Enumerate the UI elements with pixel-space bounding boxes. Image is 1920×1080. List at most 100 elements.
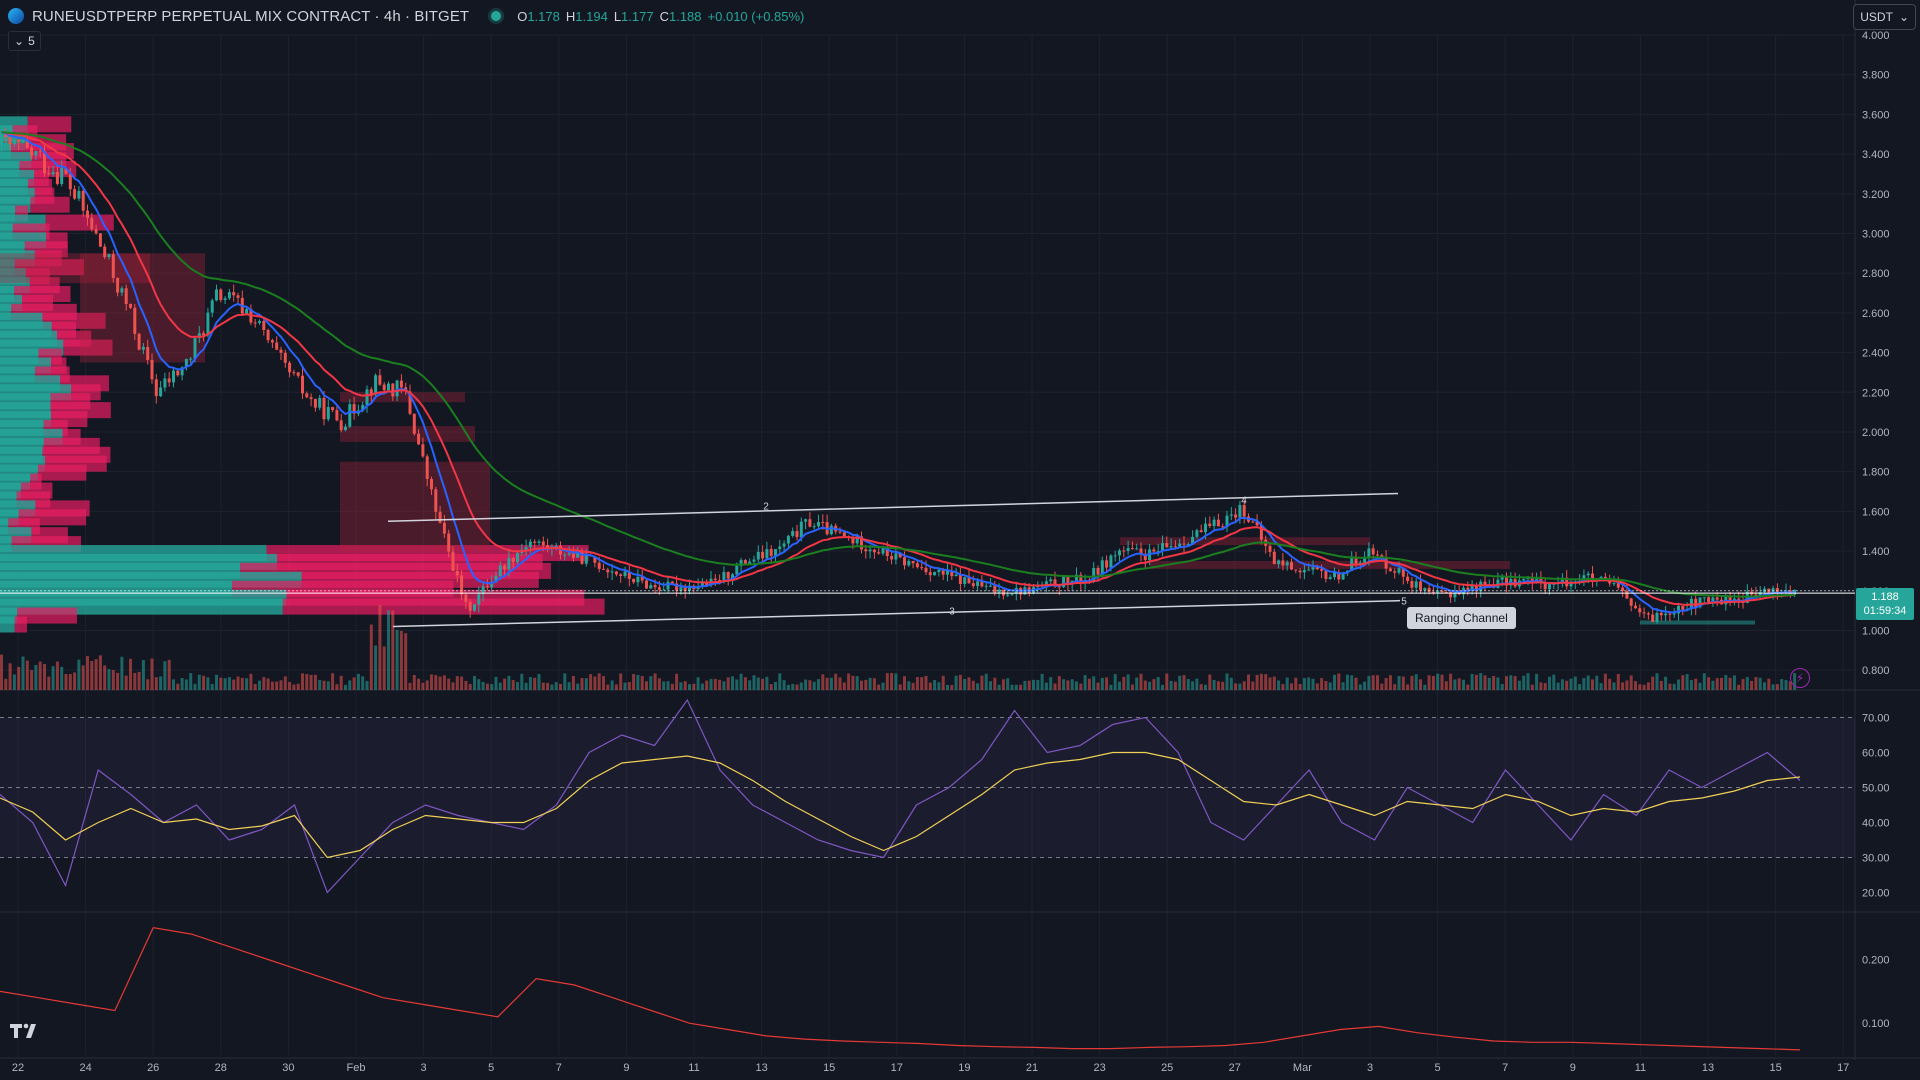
volume-bar	[1350, 675, 1354, 690]
candle-body	[511, 557, 515, 563]
price-tick-label: 2.000	[1862, 427, 1890, 439]
candle-body	[1646, 613, 1650, 615]
candle-body	[1251, 521, 1255, 523]
symbol-title[interactable]: RUNEUSDTPERP PERPETUAL MIX CONTRACT · 4h…	[32, 8, 469, 25]
ema-line	[1, 131, 1795, 614]
volume-bar	[1522, 675, 1526, 690]
candle-body	[348, 404, 352, 427]
volume-bar	[1290, 683, 1293, 690]
price-tick-label: 2.800	[1862, 268, 1890, 280]
time-tick-label: 15	[823, 1062, 835, 1074]
volume-bar	[1371, 675, 1375, 690]
volume-bar	[1199, 684, 1203, 690]
volume-bar	[1384, 678, 1388, 690]
ranging-channel-label[interactable]: Ranging Channel	[1407, 607, 1516, 629]
volume-bar	[1152, 679, 1156, 690]
volume-bar	[1075, 681, 1078, 690]
volume-bar	[1328, 682, 1332, 690]
volume-bar	[270, 681, 274, 690]
candle-body	[1616, 583, 1620, 588]
volume-bar	[1070, 679, 1074, 690]
volume-bar	[731, 676, 734, 690]
time-tick-label: 5	[488, 1062, 494, 1074]
volume-bar	[507, 675, 511, 690]
candle-body	[270, 340, 274, 343]
volume-bar	[1118, 681, 1121, 690]
candle-body	[154, 379, 158, 397]
time-tick-label: 26	[147, 1062, 159, 1074]
volume-bar	[1229, 677, 1233, 690]
volume-bar	[1307, 677, 1311, 690]
lightning-icon[interactable]: ⚡	[1790, 668, 1810, 688]
candle-body	[782, 543, 786, 547]
candle-body	[223, 298, 227, 300]
candle-body	[219, 289, 223, 300]
candle-body	[8, 137, 12, 144]
volume-bar	[1019, 684, 1023, 690]
volume-bar	[1092, 676, 1096, 690]
candle-body	[215, 289, 218, 301]
volume-bar	[468, 684, 472, 690]
volume-bar	[571, 676, 575, 690]
volume-bar	[1380, 683, 1384, 690]
chart-canvas[interactable]: 4.000 3.800 3.600 3.400 3.200 3.000 2.800 2.600…	[0, 0, 1920, 1080]
volume-bar	[1277, 680, 1281, 690]
volume-bar	[331, 673, 335, 690]
volume-bar	[64, 673, 68, 690]
chart-header: RUNEUSDTPERP PERPETUAL MIX CONTRACT · 4h…	[0, 0, 1858, 32]
volume-bar	[1113, 674, 1117, 690]
candle-body	[765, 549, 769, 559]
candle-body	[756, 551, 760, 560]
volume-bar	[129, 658, 132, 690]
price-tick-label: 3.000	[1862, 228, 1890, 240]
volume-bar	[1767, 678, 1771, 690]
price-tick-label: 1.400	[1862, 546, 1890, 558]
candle-body	[1238, 504, 1242, 518]
volume-bar	[1492, 675, 1496, 690]
volume-bar	[851, 675, 855, 690]
volume-bar	[1707, 677, 1711, 690]
volume-bar	[1302, 678, 1306, 690]
candle-body	[245, 309, 249, 314]
volume-bar	[855, 676, 859, 690]
volume-bar	[670, 683, 674, 690]
volume-bar	[378, 604, 382, 690]
volume-bar	[189, 673, 193, 690]
volume-bar	[1612, 682, 1616, 690]
volume-bar	[240, 677, 244, 690]
volume-bar	[1642, 684, 1646, 690]
volume-bar	[808, 680, 812, 690]
wave-label: 2	[763, 501, 769, 512]
volume-bar	[1006, 678, 1010, 690]
candle-body	[954, 574, 958, 577]
volume-bar	[984, 673, 988, 690]
bar-countdown: 01:59:34	[1863, 605, 1907, 617]
wave-label: 5	[1401, 597, 1407, 608]
candle-body	[146, 346, 150, 361]
volume-bar	[1023, 680, 1027, 690]
volume-bar	[1466, 684, 1470, 690]
volume-bar	[1720, 677, 1723, 690]
volume-bar	[1001, 679, 1005, 690]
volume-bar	[696, 677, 700, 690]
volume-bar	[219, 677, 223, 690]
volume-bar	[894, 673, 898, 690]
tradingview-logo-icon[interactable]	[10, 1022, 44, 1040]
currency-select[interactable]: USDT ⌄	[1853, 4, 1916, 30]
volume-bar	[868, 677, 872, 690]
volume-bar	[1105, 677, 1109, 690]
candle-body	[528, 541, 532, 548]
volume-bar	[1444, 681, 1448, 690]
volume-bar	[1621, 682, 1625, 690]
candle-body	[232, 292, 236, 296]
candle-body	[838, 531, 842, 533]
candle-body	[666, 581, 670, 590]
volume-bar	[786, 684, 790, 690]
volume-bar	[1578, 684, 1582, 690]
candle-body	[1152, 549, 1156, 552]
volume-bar	[1698, 682, 1702, 690]
candle-body	[395, 380, 399, 397]
indicators-toggle-button[interactable]: ⌄ 5	[8, 31, 41, 51]
candle-body	[778, 546, 782, 550]
candle-body	[137, 333, 141, 350]
